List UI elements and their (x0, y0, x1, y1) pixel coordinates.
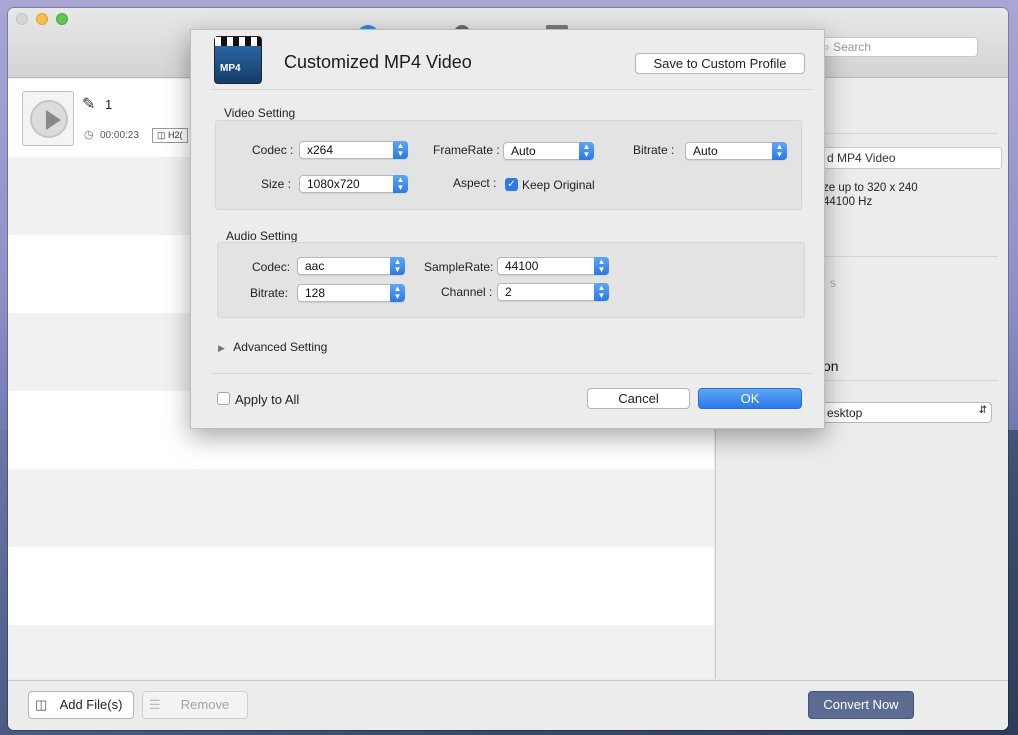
chevron-updown-icon: ▲ ▼ (390, 284, 405, 302)
chevron-updown-icon: ▲ ▼ (393, 141, 408, 159)
aspect-label: Aspect : (453, 176, 497, 190)
audio-section-label: Audio Setting (226, 229, 298, 243)
audio-bitrate-label: Bitrate: (250, 286, 289, 300)
faded-label: s (830, 276, 836, 290)
channel-select[interactable]: 2 ▲ ▼ (497, 283, 609, 301)
framerate-select[interactable]: Auto ▲ ▼ (503, 142, 594, 160)
file-duration: 00:00:23 (100, 130, 139, 141)
save-custom-profile-button[interactable]: Save to Custom Profile (635, 53, 805, 74)
chevron-updown-icon: ▲ ▼ (393, 175, 408, 193)
close-window-button[interactable] (16, 13, 28, 25)
bottom-toolbar: ◫ Add File(s) ☰ Remove Convert Now (8, 680, 1008, 730)
pencil-icon[interactable]: ✎ (82, 94, 95, 114)
profile-select[interactable]: d MP4 Video (806, 147, 1002, 169)
add-file-icon: ◫ (35, 697, 48, 712)
film-icon: ◫ (157, 130, 166, 140)
section-heading: on (823, 358, 839, 374)
disclosure-triangle-icon: ▶ (218, 343, 225, 353)
search-input[interactable]: ⌕ Search (816, 37, 978, 57)
chevron-updown-icon: ▲ ▼ (390, 257, 405, 275)
size-select[interactable]: 1080x720 ▲ ▼ (299, 175, 408, 193)
clock-icon: ◷ (84, 129, 94, 141)
apply-to-all-checkbox[interactable] (217, 392, 230, 405)
list-row (8, 469, 714, 547)
audio-codec-select[interactable]: aac ▲ ▼ (297, 257, 405, 275)
chevron-updown-icon: ▲ ▼ (594, 283, 609, 301)
video-bitrate-label: Bitrate : (633, 143, 675, 157)
size-label: Size : (261, 177, 292, 191)
profile-details-line1: ze up to 320 x 240 (823, 182, 918, 194)
mp4-app-icon: MP4 (214, 36, 262, 84)
audio-settings-panel (217, 242, 805, 318)
audio-codec-label: Codec: (252, 260, 291, 274)
destination-select[interactable]: esktop ⇵ (806, 402, 992, 423)
keep-original-checkbox[interactable]: ✓ (505, 178, 518, 191)
minimize-window-button[interactable] (36, 13, 48, 25)
convert-now-button[interactable]: Convert Now (808, 691, 914, 719)
video-settings-panel (215, 120, 802, 210)
list-row (8, 625, 714, 679)
keep-original-label: Keep Original (522, 178, 595, 192)
customize-profile-dialog: MP4 Customized MP4 Video Save to Custom … (190, 29, 825, 429)
dialog-title: Customized MP4 Video (284, 52, 472, 72)
apply-to-all-label: Apply to All (235, 392, 300, 407)
audio-bitrate-select[interactable]: 128 ▲ ▼ (297, 284, 405, 302)
video-bitrate-select[interactable]: Auto ▲ ▼ (685, 142, 787, 160)
video-codec-label: Codec : (252, 143, 294, 157)
add-files-button[interactable]: ◫ Add File(s) (28, 691, 134, 719)
chevron-updown-icon: ▲ ▼ (594, 257, 609, 275)
samplerate-label: SampleRate: (424, 260, 494, 274)
cancel-button[interactable]: Cancel (587, 388, 690, 409)
file-name: 1 (105, 97, 113, 112)
video-section-label: Video Setting (224, 106, 296, 120)
codec-badge: ◫ H2( (152, 128, 188, 143)
remove-list-icon: ☰ (149, 697, 161, 712)
chevron-updown-icon: ▲ ▼ (579, 142, 594, 160)
profile-details-line2: 44100 Hz (823, 196, 873, 208)
remove-button[interactable]: ☰ Remove (142, 691, 248, 719)
chevron-updown-icon: ⇵ (978, 405, 987, 416)
chevron-updown-icon: ▲ ▼ (772, 142, 787, 160)
advanced-setting-disclosure[interactable]: ▶ Advanced Setting (218, 340, 327, 354)
play-icon (30, 100, 68, 138)
framerate-label: FrameRate : (433, 143, 500, 157)
samplerate-select[interactable]: 44100 ▲ ▼ (497, 257, 609, 275)
file-thumbnail[interactable] (22, 91, 74, 146)
maximize-window-button[interactable] (56, 13, 68, 25)
channel-label: Channel : (441, 285, 493, 299)
ok-button[interactable]: OK (698, 388, 802, 409)
video-codec-select[interactable]: x264 ▲ ▼ (299, 141, 408, 159)
